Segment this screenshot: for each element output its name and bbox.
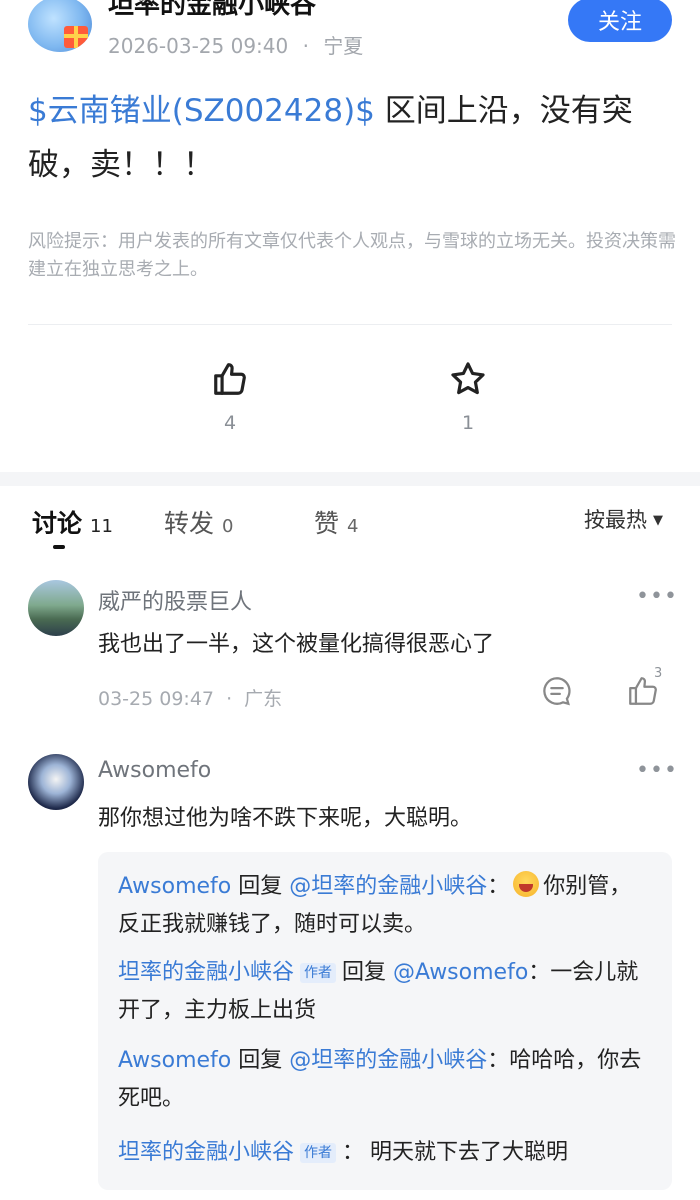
comment-text: 我也出了一半，这个被量化搞得很恶心了 (98, 632, 495, 657)
reply-verb: 回复 (238, 1048, 283, 1073)
star-icon (428, 360, 508, 398)
author-name[interactable]: 坦率的金融小峡谷 (108, 0, 316, 20)
risk-disclaimer: 风险提示：用户发表的所有文章仅代表个人观点，与雪球的立场无关。投资决策需建立在独… (28, 231, 676, 280)
tab-label: 转发 (164, 509, 215, 538)
active-tab-indicator (53, 545, 65, 549)
tab-discussion[interactable]: 讨论 11 (32, 504, 113, 540)
reply-thread[interactable]: Awsomefo 回复 @坦率的金融小峡谷： 你别管，反正我就赚钱了，随时可以卖。… (98, 852, 672, 1190)
comment-meta: 03-25 09:47 · 广东 (98, 684, 282, 711)
tab-count: 11 (90, 516, 113, 537)
author-badge: 作者 (300, 1143, 337, 1163)
reply-item[interactable]: 坦率的金融小峡谷 作者 回复 @Awsomefo：一会儿就开了，主力板上出货 (118, 954, 648, 1030)
sort-dropdown[interactable]: 按最热 ▼ (584, 504, 663, 534)
commenter-avatar[interactable] (28, 754, 84, 810)
post-timestamp: 2026-03-25 09:40 (108, 34, 289, 58)
reply-item[interactable]: Awsomefo 回复 @坦率的金融小峡谷： 你别管，反正我就赚钱了，随时可以卖。 (118, 868, 648, 944)
divider (28, 324, 672, 325)
reply-verb: 回复 (342, 960, 387, 985)
meta-separator: · (226, 688, 233, 710)
tab-count: 4 (347, 516, 359, 537)
author-avatar[interactable] (28, 0, 92, 52)
reply-colon: ： (528, 960, 551, 985)
reply-target[interactable]: @坦率的金融小峡谷 (289, 1048, 487, 1073)
tab-count: 0 (222, 516, 234, 537)
reply-text: 明天就下去了大聪明 (370, 1140, 569, 1165)
post-location: 宁夏 (323, 34, 364, 58)
reply-item[interactable]: 坦率的金融小峡谷 作者：明天就下去了大聪明 (118, 1134, 648, 1172)
commenter-name[interactable]: Awsomefo (98, 758, 211, 783)
post-meta: 2026-03-25 09:40 · 宁夏 (108, 30, 363, 59)
reply-target[interactable]: @Awsomefo (393, 960, 528, 985)
author-header: 坦率的金融小峡谷 2026-03-25 09:40 · 宁夏 关注 (0, 0, 700, 70)
more-options-icon[interactable]: ••• (636, 758, 678, 783)
reply-author[interactable]: Awsomefo (118, 874, 231, 899)
more-options-icon[interactable]: ••• (636, 584, 678, 609)
favorite-count: 1 (461, 412, 475, 434)
comment-time: 03-25 09:47 (98, 688, 215, 710)
post-content: $云南锗业(SZ002428)$ 区间上沿，没有突破，卖！！！ (28, 84, 676, 192)
post-page: 坦率的金融小峡谷 2026-03-25 09:40 · 宁夏 关注 $云南锗业(… (0, 0, 700, 1200)
commenter-name[interactable]: 威严的股票巨人 (98, 584, 252, 616)
reply-author[interactable]: Awsomefo (118, 1048, 231, 1073)
tab-label: 赞 (314, 509, 340, 538)
like-count: 4 (223, 412, 237, 434)
reply-colon: ： (342, 1140, 365, 1165)
gift-icon (64, 26, 88, 48)
tab-likes[interactable]: 赞4 (314, 504, 358, 540)
comment-text: 那你想过他为啥不跌下来呢，大聪明。 (98, 806, 473, 831)
laughing-emoji-icon (513, 871, 540, 897)
reply-author[interactable]: 坦率的金融小峡谷 (118, 1140, 294, 1165)
follow-button[interactable]: 关注 (568, 0, 672, 42)
reply-colon: ： (487, 1048, 510, 1073)
comment-location: 广东 (244, 688, 283, 710)
tab-forward[interactable]: 转发 0 (164, 504, 233, 540)
section-separator (0, 472, 700, 486)
stock-link[interactable]: $云南锗业(SZ002428)$ (28, 93, 375, 129)
reply-colon: ： (487, 874, 510, 899)
comment-tabs: 讨论 11 转发 0 赞4 按最热 ▼ (0, 496, 700, 556)
author-badge: 作者 (300, 963, 337, 983)
sort-label: 按最热 (584, 508, 647, 532)
comment-like-count: 3 (654, 666, 663, 681)
favorite-action[interactable]: 1 (428, 360, 508, 434)
reply-item[interactable]: Awsomefo 回复 @坦率的金融小峡谷：哈哈哈，你去死吧。 (118, 1042, 648, 1118)
reply-author[interactable]: 坦率的金融小峡谷 (118, 960, 294, 985)
caret-down-icon: ▼ (653, 513, 663, 528)
tab-label: 讨论 (32, 509, 83, 538)
like-action[interactable]: 4 (190, 360, 270, 434)
reply-target[interactable]: @坦率的金融小峡谷 (289, 874, 487, 899)
reply-icon[interactable] (540, 674, 574, 712)
meta-separator: · (302, 34, 309, 58)
reply-verb: 回复 (238, 874, 283, 899)
thumbs-up-icon (190, 360, 270, 398)
commenter-avatar[interactable] (28, 580, 84, 636)
